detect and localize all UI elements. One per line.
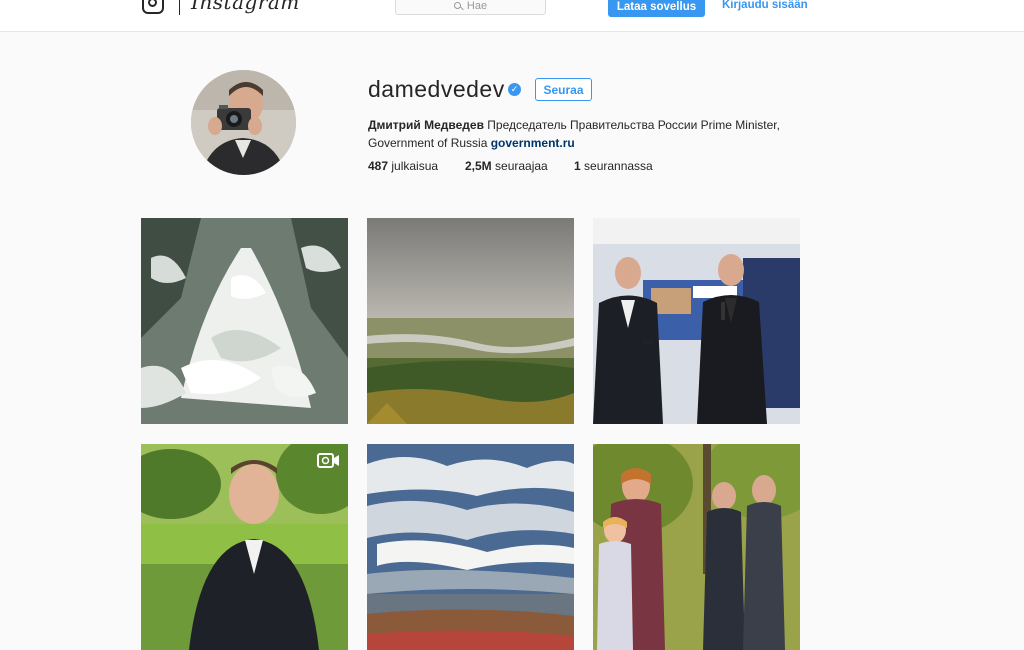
top-nav-bar: Instagram Hae Lataa sovellus Kirjaudu si… bbox=[0, 0, 1024, 32]
download-app-button[interactable]: Lataa sovellus bbox=[608, 0, 705, 17]
posts-stat: 487 julkaisua bbox=[368, 159, 438, 173]
post-thumbnail-snowy-tree[interactable] bbox=[141, 218, 348, 424]
profile-full-name: Дмитрий Медведев bbox=[368, 118, 484, 132]
post-thumbnail-event-speakers[interactable] bbox=[593, 218, 800, 424]
profile-bio: Дмитрий Медведев Председатель Правительс… bbox=[368, 116, 788, 152]
profile-username: damedvedev bbox=[368, 76, 505, 102]
post-thumbnail-garden-video[interactable] bbox=[141, 444, 348, 650]
posts-label: julkaisua bbox=[388, 159, 439, 173]
post-thumbnail-river-valley[interactable] bbox=[367, 218, 574, 424]
posts-count: 487 bbox=[368, 159, 389, 173]
logo-divider bbox=[179, 0, 180, 15]
followers-label: seuraajaa bbox=[491, 159, 548, 173]
followers-count: 2,5M bbox=[465, 159, 492, 173]
profile-avatar bbox=[191, 70, 296, 175]
instagram-camera-icon[interactable] bbox=[142, 0, 164, 14]
profile-website-link[interactable]: government.ru bbox=[491, 136, 575, 150]
following-count: 1 bbox=[574, 159, 581, 173]
verified-badge-icon: ✓ bbox=[508, 83, 521, 96]
following-stat[interactable]: 1 seurannassa bbox=[574, 159, 653, 173]
instagram-wordmark[interactable]: Instagram bbox=[191, 0, 300, 14]
video-camera-icon bbox=[317, 453, 339, 468]
follow-button[interactable]: Seuraa bbox=[535, 78, 592, 101]
search-input[interactable]: Hae bbox=[395, 0, 546, 15]
post-thumbnail-painted-sky[interactable] bbox=[367, 444, 574, 650]
search-icon bbox=[453, 2, 461, 9]
post-thumbnail-autumn-park[interactable] bbox=[593, 444, 800, 650]
search-placeholder: Hae bbox=[466, 0, 488, 12]
login-link[interactable]: Kirjaudu sisään bbox=[722, 0, 808, 11]
followers-stat[interactable]: 2,5M seuraajaa bbox=[465, 159, 548, 173]
following-label: seurannassa bbox=[580, 159, 653, 173]
